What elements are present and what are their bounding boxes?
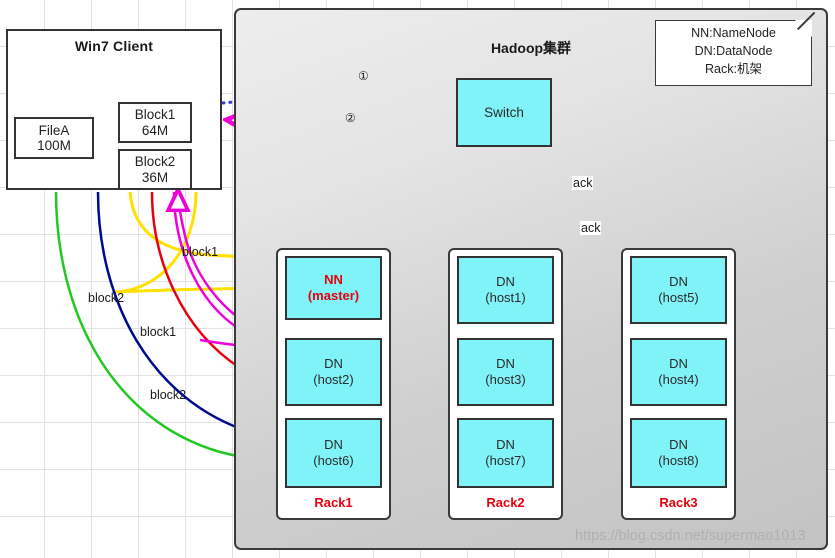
switch-node[interactable]: Switch [456,78,552,147]
node-dn-host6[interactable]: DN (host6) [285,418,382,488]
rack-label-1: Rack1 [314,495,353,510]
node-line2: (host2) [313,372,354,387]
block1-box: Block1 64M [118,102,192,143]
node-dn-host3[interactable]: DN (host3) [457,338,554,406]
node-line1: DN [324,356,343,372]
edge-label-block1-red: block1 [140,325,177,339]
watermark: https://blog.csdn.net/supermao1013 [575,528,806,544]
block2-box: Block2 36M [118,149,192,190]
switch-label: Switch [484,105,524,120]
file-size: 100M [37,138,71,153]
node-line2: (host6) [313,453,354,468]
rack-label-2: Rack2 [486,495,525,510]
node-line2: (host1) [485,290,526,305]
node-line1: DN [324,437,343,453]
edge-label-block2-navy: block2 [150,388,187,402]
legend-note: NN:NameNode DN:DataNode Rack:机架 [655,20,812,86]
node-line1: DN [669,356,688,372]
node-line2: (host3) [485,372,526,387]
node-dn-host7[interactable]: DN (host7) [457,418,554,488]
step-2-marker: ② [345,111,356,125]
step-1-marker: ① [358,69,369,83]
file-box: FileA 100M [14,117,94,159]
diagram-canvas: Win7 Client FileA 100M Block1 64M Block2… [0,0,835,558]
node-line2: (host5) [658,290,699,305]
node-dn-host1[interactable]: DN (host1) [457,256,554,324]
ack-label-1: ack [572,176,594,190]
node-line2: (host7) [485,453,526,468]
block1-name: Block1 [134,107,176,123]
legend-line-2: DN:DataNode [694,43,773,58]
node-line1: DN [669,274,688,290]
block2-name: Block2 [134,154,176,170]
legend-line-3: Rack:机架 [705,61,762,76]
node-dn-host5[interactable]: DN (host5) [630,256,727,324]
note-fold-corner [795,20,812,37]
block2-size: 36M [141,169,169,185]
node-line1: DN [496,356,515,372]
node-line2: (master) [307,288,360,303]
node-dn-host4[interactable]: DN (host4) [630,338,727,406]
node-line2: (host8) [658,453,699,468]
node-line2: (host4) [658,372,699,387]
node-nn-master[interactable]: NN (master) [285,256,382,320]
node-line1: DN [496,274,515,290]
ack-label-2: ack [580,221,602,235]
client-title: Win7 Client [74,38,154,54]
node-line1: DN [496,437,515,453]
rack-label-3: Rack3 [659,495,698,510]
node-line1: NN [324,272,343,288]
edge-label-block2-yellow: block2 [88,291,125,305]
node-dn-host8[interactable]: DN (host8) [630,418,727,488]
file-name: FileA [38,122,70,138]
edge-label-block1-yellow: block1 [182,245,219,259]
node-dn-host2[interactable]: DN (host2) [285,338,382,406]
legend-line-1: NN:NameNode [691,26,776,40]
block1-size: 64M [141,122,169,138]
node-line1: DN [669,437,688,453]
